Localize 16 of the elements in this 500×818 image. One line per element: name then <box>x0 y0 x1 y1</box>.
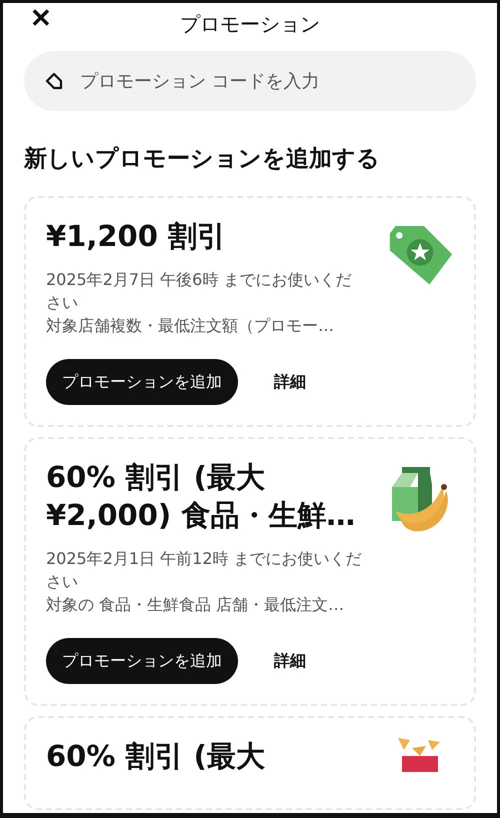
details-link[interactable]: 詳細 <box>274 372 306 393</box>
expiry-text: 2025年2月1日 午前12時 までにお使いください <box>46 548 363 593</box>
conditions-text: 対象の 食品・生鮮食品 店舗・最低注文… <box>46 594 346 616</box>
add-promotion-button[interactable]: プロモーションを追加 <box>46 359 238 406</box>
promo-code-field[interactable]: プロモーション コードを入力 <box>24 51 476 111</box>
promotion-title: 60% 割引 (最大 <box>46 738 266 776</box>
promotion-title: 60% 割引 (最大 ¥2,000) 食品・生鮮… <box>46 459 356 534</box>
conditions-text: 対象店舗複数・最低注文額（プロモー… <box>46 315 335 338</box>
close-button[interactable]: ✕ <box>30 3 52 34</box>
section-heading: 新しいプロモーションを追加する <box>24 145 381 174</box>
promotion-title: ¥1,200 割引 <box>46 218 228 255</box>
page-title: プロモーション <box>180 10 320 38</box>
snack-bowl-icon <box>398 738 442 772</box>
expiry-text: 2025年2月7日 午後6時 までにお使いください <box>46 268 352 314</box>
details-link[interactable]: 詳細 <box>274 650 306 672</box>
add-promotion-button[interactable]: プロモーションを追加 <box>46 638 238 684</box>
